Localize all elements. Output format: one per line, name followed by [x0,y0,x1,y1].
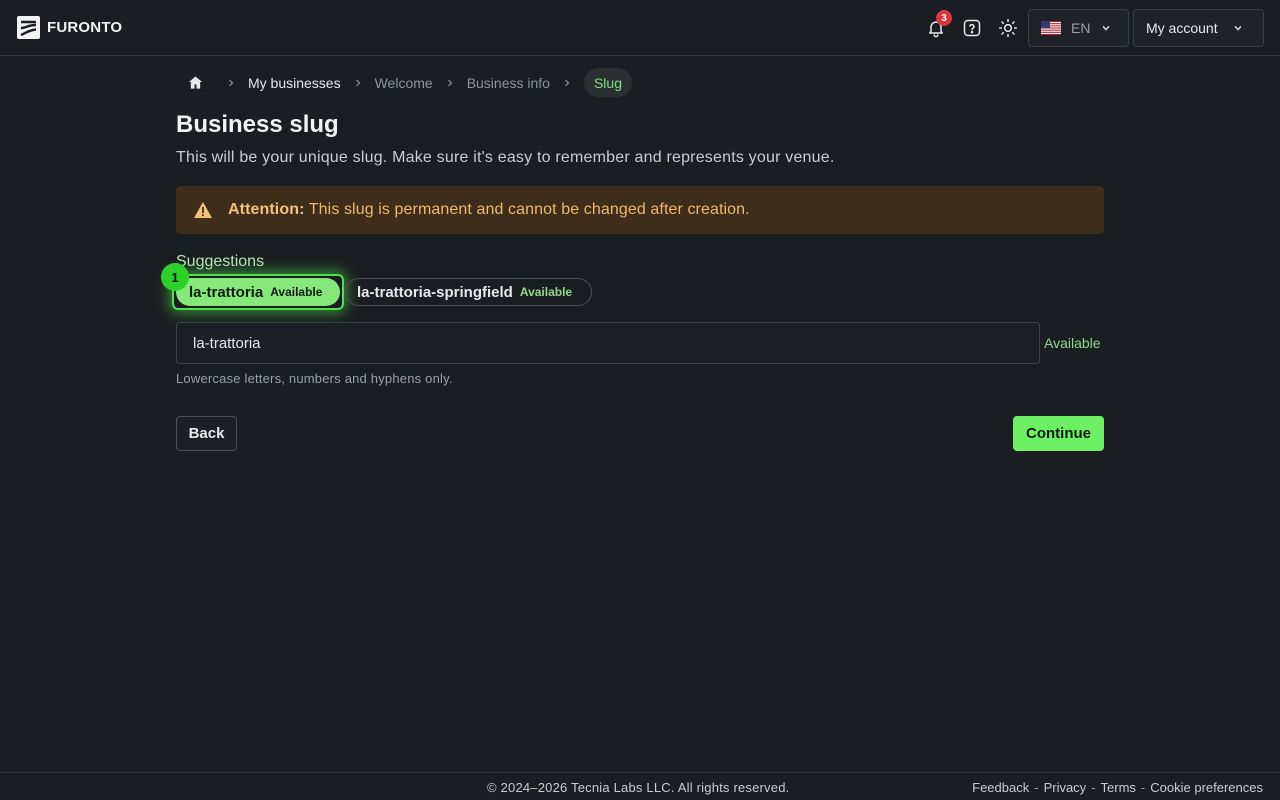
breadcrumb: My businesses Welcome Business info Slug [176,68,632,97]
home-icon [188,76,202,89]
logo[interactable]: FURONTO [17,16,122,39]
footer-separator: - [1034,780,1039,795]
notifications-button[interactable]: 3 [923,10,952,42]
chevron-right-icon [433,78,467,88]
suggestions-label: Suggestions [176,253,265,270]
footer-link-terms[interactable]: Terms [1101,780,1136,795]
help-button[interactable] [959,14,985,42]
suggestion-chip-body: la-trattoria Available [176,278,340,306]
chevron-right-icon [550,78,584,88]
notification-badge: 3 [936,10,952,26]
suggestion-chip-la-trattoria[interactable]: la-trattoria Available [172,274,344,310]
footer-links: Feedback - Privacy - Terms - Cookie pref… [972,780,1263,795]
chevron-down-icon [1232,22,1244,34]
footer-separator: - [1091,780,1096,795]
suggestion-name: la-trattoria [189,283,264,301]
footer-link-feedback[interactable]: Feedback [972,780,1029,795]
attention-alert: Attention: This slug is permanent and ca… [176,186,1104,234]
alert-message: This slug is permanent and cannot be cha… [304,201,750,218]
account-menu-button[interactable]: My account [1133,9,1264,47]
chevron-down-icon [1100,22,1112,34]
highlight-marker: 1 [161,263,189,291]
slug-availability-status: Available [1044,335,1101,351]
sun-icon [998,18,1018,38]
breadcrumb-item-welcome[interactable]: Welcome [375,75,433,91]
theme-toggle-button[interactable] [995,14,1021,42]
warning-triangle-icon [193,201,213,219]
breadcrumb-home[interactable] [176,68,214,97]
top-header: FURONTO 3 EN My account [0,0,1280,56]
slug-input[interactable] [176,322,1040,364]
breadcrumb-current: Slug [583,68,632,97]
suggestion-status: Available [270,285,323,299]
footer: © 2024–2026 Tecnia Labs LLC. All rights … [0,772,1280,800]
account-label: My account [1146,20,1218,36]
language-selector[interactable]: EN [1028,9,1129,47]
chevron-right-icon [341,78,375,88]
copyright: © 2024–2026 Tecnia Labs LLC. All rights … [487,780,790,795]
logo-mark-icon [17,16,40,39]
alert-strong: Attention: [228,201,305,218]
us-flag-icon [1041,21,1061,35]
language-label: EN [1071,20,1091,36]
page-title: Business slug [176,111,339,138]
footer-link-privacy[interactable]: Privacy [1044,780,1087,795]
suggestion-name: la-trattoria-springfield [357,283,513,301]
suggestion-status: Available [519,285,573,299]
alert-text: Attention: This slug is permanent and ca… [228,201,750,219]
footer-separator: - [1140,780,1146,795]
breadcrumb-item-business-info[interactable]: Business info [467,75,550,91]
logo-text: FURONTO [47,19,123,36]
question-icon [963,19,981,37]
continue-button[interactable]: Continue [1013,416,1104,451]
chevron-right-icon [214,78,248,88]
page-subtitle: This will be your unique slug. Make sure… [176,149,835,166]
suggestion-chip-la-trattoria-springfield[interactable]: la-trattoria-springfield Available [345,278,592,306]
back-button[interactable]: Back [176,416,237,451]
footer-link-cookie-preferences[interactable]: Cookie preferences [1150,780,1263,795]
breadcrumb-item-my-businesses[interactable]: My businesses [248,75,341,91]
slug-hint: Lowercase letters, numbers and hyphens o… [176,371,453,386]
